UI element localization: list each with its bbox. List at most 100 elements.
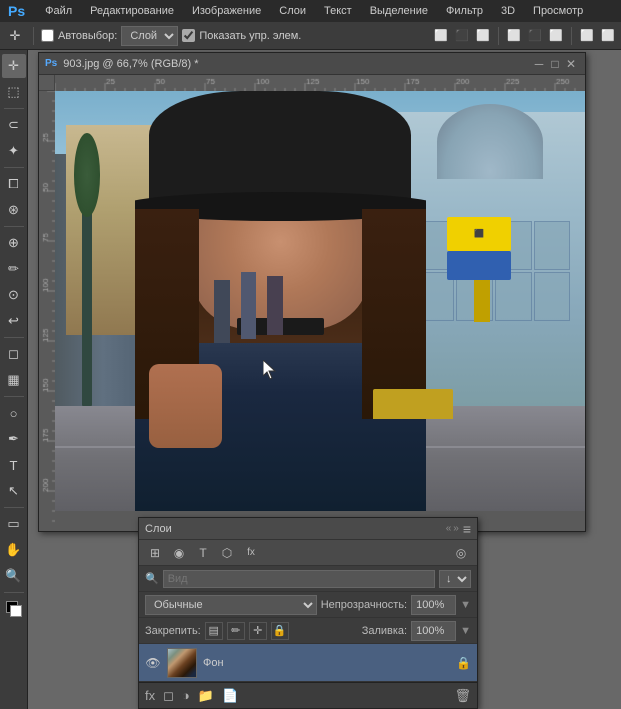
layers-opacity-input[interactable] xyxy=(411,595,456,615)
layers-fill-input[interactable] xyxy=(411,621,456,641)
align-middle-v-icon[interactable]: ⬛ xyxy=(526,27,544,45)
add-mask-btn[interactable]: ◻ xyxy=(163,688,174,704)
canvas-with-ruler: ⬛ xyxy=(39,91,585,531)
layers-search-input[interactable] xyxy=(163,570,435,588)
left-toolbar: ✛ ⬚ ⊂ ✦ ⧠ ⊛ ⊕ ✏ ⊙ ↩ ◻ ▦ ○ ✒ T ↖ ▭ ✋ 🔍 xyxy=(0,50,28,709)
menu-select[interactable]: Выделение xyxy=(362,3,436,19)
doc-minimize-btn[interactable]: ─ xyxy=(531,56,547,72)
brush-tool[interactable]: ✏ xyxy=(2,257,26,281)
left-sep-1 xyxy=(4,108,24,109)
document-window: Ps 903.jpg @ 66,7% (RGB/8) * ─ □ ✕ xyxy=(38,52,586,532)
magic-wand-tool[interactable]: ✦ xyxy=(2,139,26,163)
layers-search-type-select[interactable]: ↓ xyxy=(439,570,471,588)
menu-view[interactable]: Просмотр xyxy=(525,3,591,19)
layers-pixel-filter-icon[interactable]: ◉ xyxy=(169,543,189,563)
bg-person-2 xyxy=(241,272,257,339)
create-layer-btn[interactable]: 📄 xyxy=(222,688,238,704)
align-center-h-icon[interactable]: ⬛ xyxy=(453,27,471,45)
align-bottom-icon[interactable]: ⬜ xyxy=(547,27,565,45)
menu-image[interactable]: Изображение xyxy=(184,3,269,19)
foreground-color[interactable] xyxy=(2,597,26,621)
panel-arr-left[interactable]: « xyxy=(446,523,452,534)
dodge-tool[interactable]: ○ xyxy=(2,401,26,425)
toolbar-separator-2 xyxy=(498,27,499,45)
create-group-btn[interactable]: 📁 xyxy=(198,688,214,704)
fill-dropdown-arrow[interactable]: ▼ xyxy=(460,625,471,637)
layers-effect-filter-icon[interactable]: fx xyxy=(241,543,261,563)
layers-list: 👁 Фон 🔒 xyxy=(139,644,477,682)
autoselect-select[interactable]: Слой xyxy=(121,26,178,46)
layers-lock-position-icon[interactable]: ✛ xyxy=(249,622,267,640)
stamp-tool[interactable]: ⊙ xyxy=(2,283,26,307)
distribute-h-icon[interactable]: ⬜ xyxy=(578,27,596,45)
bg-person-3 xyxy=(267,276,283,335)
layers-lock-bar: Закрепить: ▤ ✏ ✛ 🔒 Заливка: ▼ xyxy=(139,618,477,644)
create-fill-layer-btn[interactable]: ◑ xyxy=(182,688,190,703)
add-fx-btn[interactable]: fx xyxy=(145,688,155,703)
pen-tool[interactable]: ✒ xyxy=(2,427,26,451)
hand-tool[interactable]: ✋ xyxy=(2,538,26,562)
align-top-icon[interactable]: ⬜ xyxy=(505,27,523,45)
tree-crown-1 xyxy=(74,133,101,217)
autoselect-label: Автовыбор: xyxy=(58,30,117,42)
layers-panel-menu-icon[interactable]: ≡ xyxy=(463,521,471,537)
layers-fill-label: Заливка: xyxy=(362,625,407,637)
road-sign-blue xyxy=(447,251,511,280)
document-title: 903.jpg @ 66,7% (RGB/8) * xyxy=(63,58,531,70)
doc-maximize-btn[interactable]: □ xyxy=(547,56,563,72)
heal-tool[interactable]: ⊕ xyxy=(2,231,26,255)
gradient-tool[interactable]: ▦ xyxy=(2,368,26,392)
layers-lock-all-icon[interactable]: 🔒 xyxy=(271,622,289,640)
layers-lock-image-icon[interactable]: ✏ xyxy=(227,622,245,640)
street-photo: ⬛ xyxy=(55,91,585,511)
layer-visibility-toggle[interactable]: 👁 xyxy=(145,655,161,671)
delete-layer-btn[interactable]: 🗑 xyxy=(454,688,471,704)
eyedropper-tool[interactable]: ⊛ xyxy=(2,198,26,222)
zoom-tool[interactable]: 🔍 xyxy=(2,564,26,588)
autoselect-checkbox[interactable] xyxy=(41,29,54,42)
layer-item[interactable]: 👁 Фон 🔒 xyxy=(139,644,477,682)
car-yellow xyxy=(373,389,453,418)
menu-3d[interactable]: 3D xyxy=(493,3,523,19)
align-icons: ⬜ ⬛ ⬜ ⬜ ⬛ ⬜ ⬜ ⬜ xyxy=(432,27,617,45)
menu-text[interactable]: Текст xyxy=(316,3,360,19)
layers-text-filter-icon[interactable]: T xyxy=(193,543,213,563)
distribute-v-icon[interactable]: ⬜ xyxy=(599,27,617,45)
show-elements-checkbox[interactable] xyxy=(182,29,195,42)
photo-canvas[interactable]: ⬛ xyxy=(55,91,585,511)
menu-file[interactable]: Файл xyxy=(37,3,80,19)
layers-blend-mode-select[interactable]: Обычные xyxy=(145,595,317,615)
dome xyxy=(437,104,543,180)
crop-tool[interactable]: ⧠ xyxy=(2,172,26,196)
history-brush-tool[interactable]: ↩ xyxy=(2,309,26,333)
layer-thumbnail xyxy=(167,648,197,678)
type-tool[interactable]: T xyxy=(2,453,26,477)
selection-tool[interactable]: ⬚ xyxy=(2,80,26,104)
layers-shape-filter-icon[interactable]: ⬡ xyxy=(217,543,237,563)
shape-tool[interactable]: ▭ xyxy=(2,512,26,536)
menu-edit[interactable]: Редактирование xyxy=(82,3,182,19)
document-titlebar[interactable]: Ps 903.jpg @ 66,7% (RGB/8) * ─ □ ✕ xyxy=(39,53,585,75)
eraser-tool[interactable]: ◻ xyxy=(2,342,26,366)
doc-close-btn[interactable]: ✕ xyxy=(563,56,579,72)
panel-collapse-arrows[interactable]: « » xyxy=(446,523,459,534)
layers-lock-transparency-icon[interactable]: ▤ xyxy=(205,622,223,640)
path-select-tool[interactable]: ↖ xyxy=(2,479,26,503)
layers-panel-options-icon[interactable]: ◎ xyxy=(451,543,471,563)
menu-layers[interactable]: Слои xyxy=(271,3,314,19)
align-left-icon[interactable]: ⬜ xyxy=(432,27,450,45)
layers-kind-filter-icon[interactable]: ⊞ xyxy=(145,543,165,563)
align-right-icon[interactable]: ⬜ xyxy=(474,27,492,45)
canvas-background[interactable]: Ps 903.jpg @ 66,7% (RGB/8) * ─ □ ✕ xyxy=(28,50,621,709)
move-tool-icon[interactable]: ✛ xyxy=(4,25,26,47)
content-area: Ps 903.jpg @ 66,7% (RGB/8) * ─ □ ✕ xyxy=(28,50,621,709)
opacity-dropdown-arrow[interactable]: ▼ xyxy=(460,599,471,611)
ruler-corner xyxy=(39,75,55,91)
tree-trunk-1 xyxy=(82,196,93,406)
lasso-tool[interactable]: ⊂ xyxy=(2,113,26,137)
move-tool[interactable]: ✛ xyxy=(2,54,26,78)
left-sep-5 xyxy=(4,396,24,397)
layers-bottom-bar: fx ◻ ◑ 📁 📄 🗑 xyxy=(139,682,477,708)
panel-arr-right[interactable]: » xyxy=(453,523,459,534)
menu-filter[interactable]: Фильтр xyxy=(438,3,491,19)
